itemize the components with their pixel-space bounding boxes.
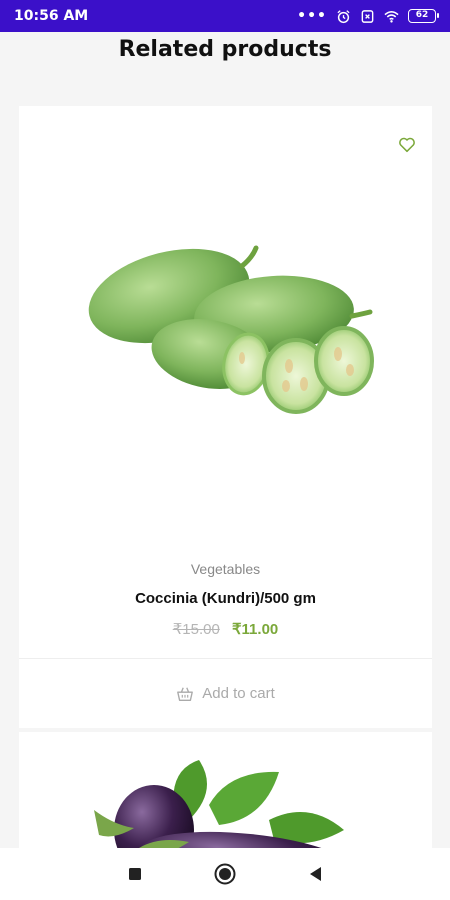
back-icon[interactable] bbox=[303, 862, 327, 886]
home-icon[interactable] bbox=[213, 862, 237, 886]
sale-price: ₹11.00 bbox=[232, 621, 279, 638]
more-dots-icon: ••• bbox=[297, 8, 327, 24]
add-to-cart-label: Add to cart bbox=[202, 685, 275, 702]
battery-level: 62 bbox=[415, 10, 429, 20]
section-title: Related products bbox=[118, 37, 332, 62]
sim-icon bbox=[361, 9, 374, 23]
page-content[interactable]: Related products Vegetables Coccinia (Ku… bbox=[0, 32, 450, 848]
alarm-icon bbox=[337, 9, 350, 23]
battery-icon: 62 bbox=[408, 9, 439, 23]
status-time: 10:56 AM bbox=[14, 8, 89, 24]
product-card[interactable]: Vegetables Coccinia (Kundri)/500 gm ₹15.… bbox=[19, 106, 432, 728]
basket-icon bbox=[177, 686, 194, 701]
status-icons: ••• 62 bbox=[297, 8, 439, 24]
product-name[interactable]: Coccinia (Kundri)/500 gm bbox=[19, 590, 432, 607]
navigation-bar bbox=[0, 848, 450, 900]
recents-icon[interactable] bbox=[123, 862, 147, 886]
wifi-icon bbox=[384, 10, 399, 23]
heart-icon[interactable] bbox=[398, 136, 416, 154]
product-category[interactable]: Vegetables bbox=[19, 561, 432, 577]
product-price: ₹15.00 ₹11.00 bbox=[19, 620, 432, 638]
add-to-cart-button[interactable]: Add to cart bbox=[19, 659, 432, 728]
old-price: ₹15.00 bbox=[172, 621, 220, 638]
product-card[interactable] bbox=[19, 732, 432, 848]
status-bar: 10:56 AM ••• 62 bbox=[0, 0, 450, 32]
coccinia-image[interactable] bbox=[74, 236, 374, 436]
eggplant-image[interactable] bbox=[79, 750, 369, 848]
